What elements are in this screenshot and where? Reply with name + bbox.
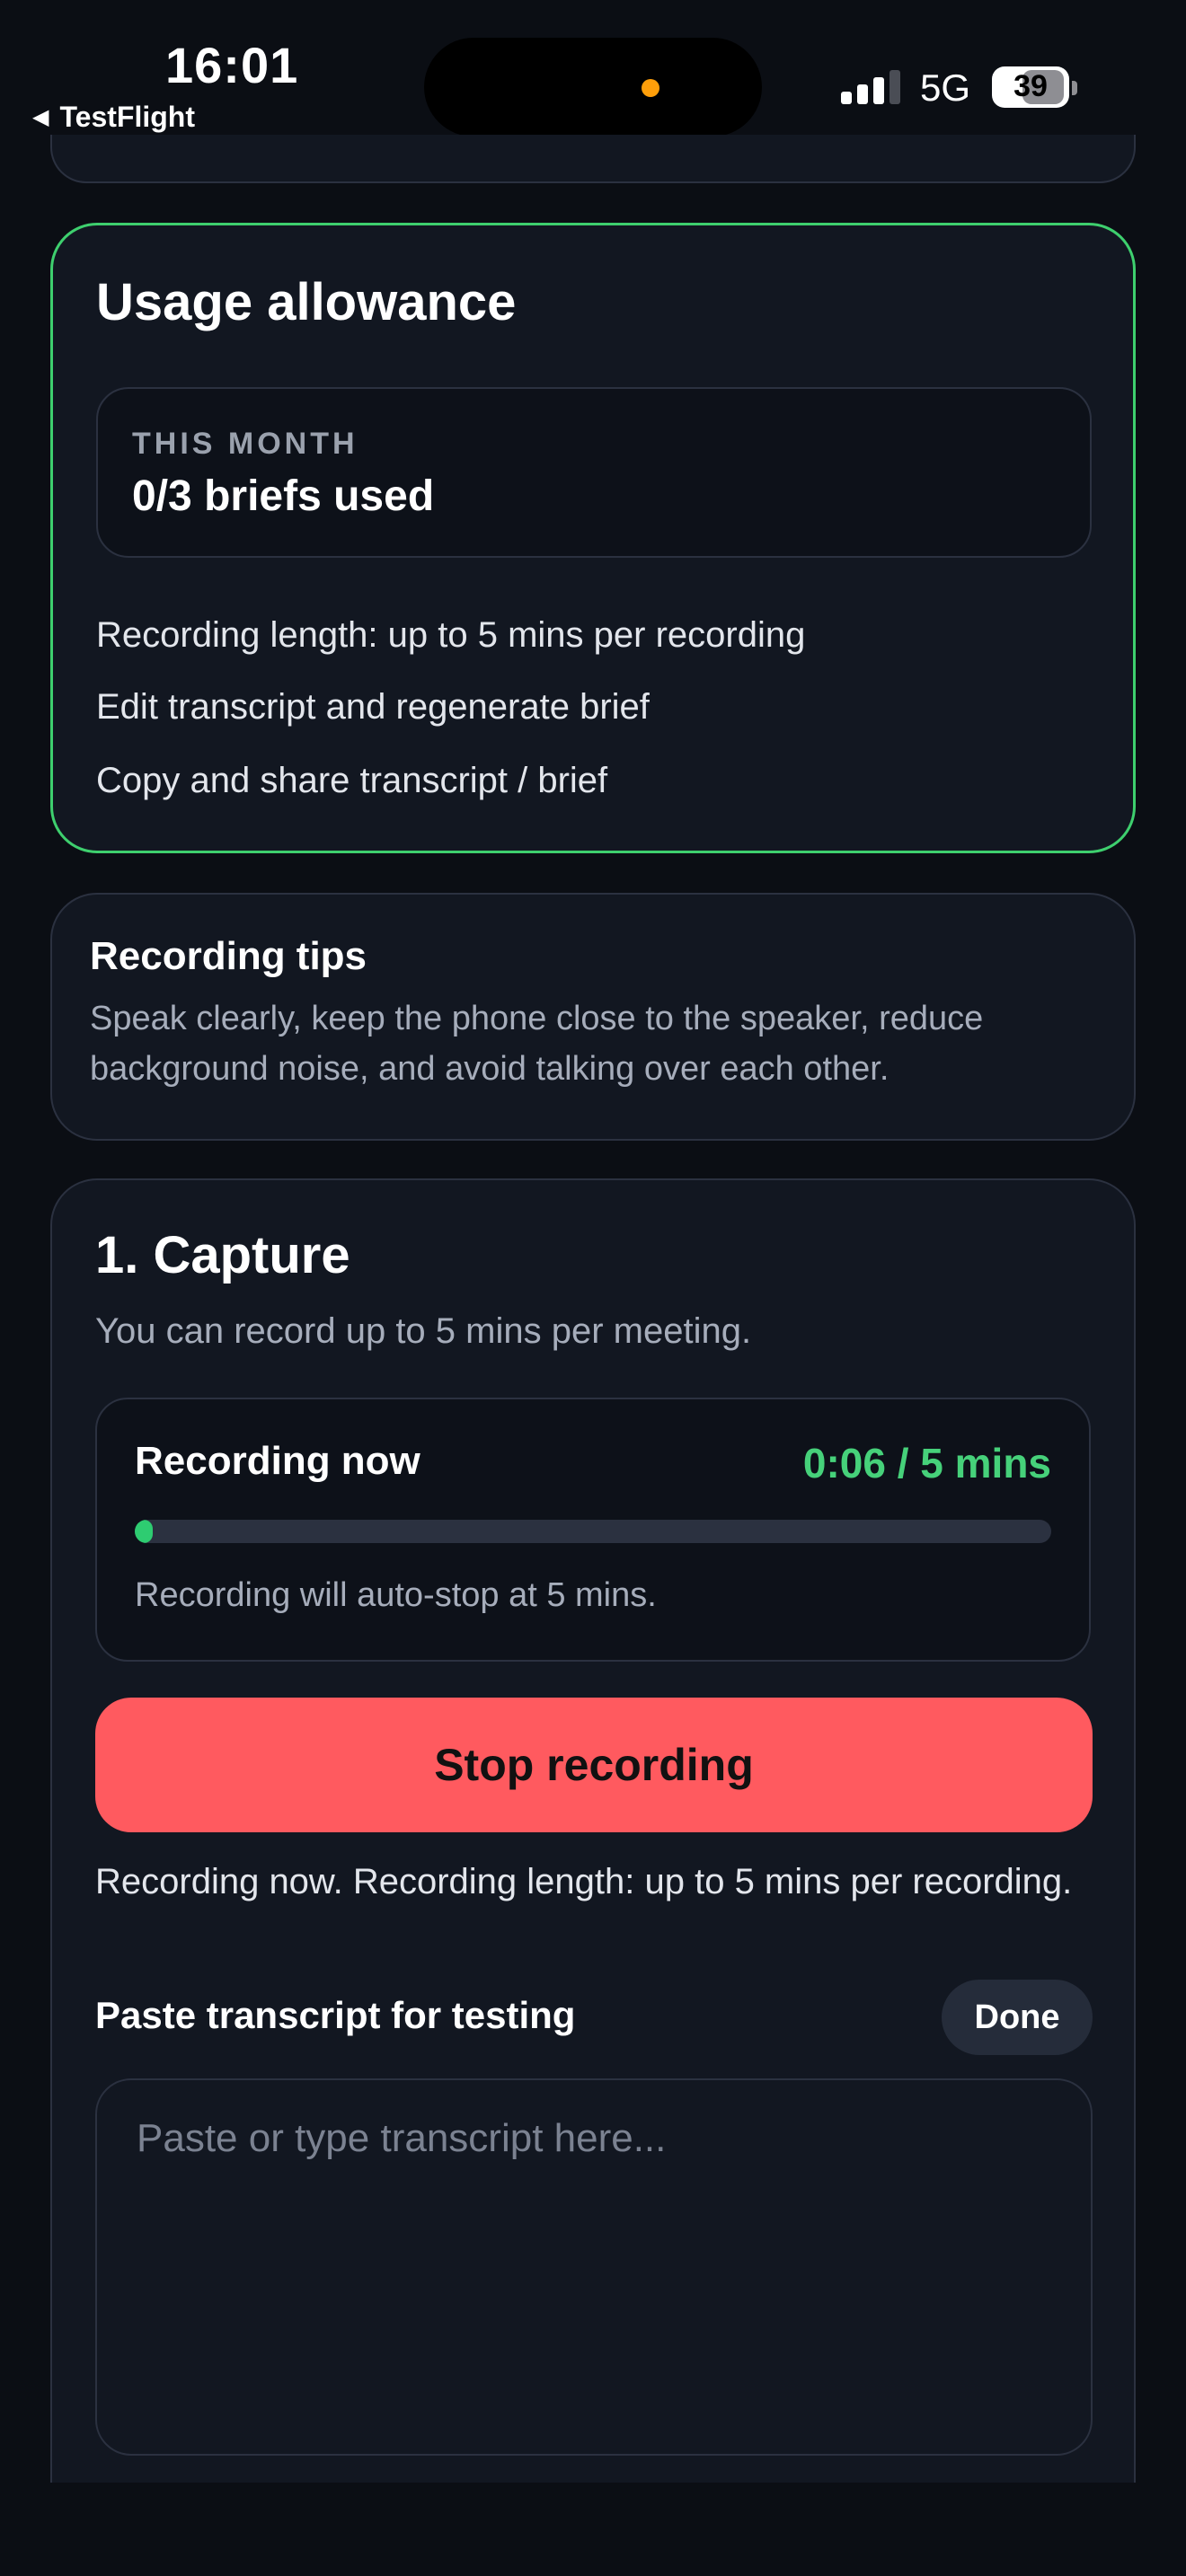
status-time: 16:01 (165, 37, 299, 93)
back-to-app-link[interactable]: ◀ TestFlight (32, 101, 195, 134)
tips-title: Recording tips (90, 934, 367, 978)
back-app-label: TestFlight (59, 101, 195, 133)
monthly-usage-box: THIS MONTH 0/3 briefs used (96, 387, 1092, 558)
dynamic-island (424, 38, 762, 137)
auto-stop-note: Recording will auto-stop at 5 mins. (135, 1576, 657, 1614)
capture-title: 1. Capture (95, 1226, 350, 1284)
paste-transcript-label: Paste transcript for testing (95, 1994, 576, 2036)
feature-item: Copy and share transcript / brief (96, 761, 608, 800)
recording-tips-card: Recording tips Speak clearly, keep the p… (50, 893, 1136, 1141)
recording-progress-bar (135, 1520, 1051, 1543)
tips-body: Speak clearly, keep the phone close to t… (90, 1000, 984, 1088)
done-button[interactable]: Done (942, 1980, 1093, 2055)
usage-title: Usage allowance (96, 273, 517, 331)
back-arrow-icon: ◀ (32, 105, 49, 129)
stop-recording-button[interactable]: Stop recording (95, 1698, 1093, 1832)
mic-indicator-icon (642, 79, 659, 97)
signal-icon (841, 68, 900, 104)
bottom-safe-area (0, 2483, 1186, 2576)
recording-timer: 0:06 / 5 mins (802, 1440, 1051, 1486)
previous-card-edge (50, 135, 1136, 183)
app-screen: 16:01 ◀ TestFlight 5G 39 Usage allowance… (0, 0, 1186, 2576)
battery-icon: 39 (992, 66, 1069, 108)
capture-card: 1. Capture You can record up to 5 mins p… (50, 1178, 1136, 2576)
capture-subtitle: You can record up to 5 mins per meeting. (95, 1311, 752, 1351)
network-label: 5G (920, 66, 971, 109)
recording-status-text: Recording now. Recording length: up to 5… (95, 1862, 1073, 1901)
recording-label: Recording now (135, 1439, 420, 1483)
recording-status-box: Recording now 0:06 / 5 mins Recording wi… (95, 1398, 1091, 1662)
feature-item: Edit transcript and regenerate brief (96, 687, 650, 727)
battery-nub (1072, 81, 1077, 95)
usage-allowance-card: Usage allowance THIS MONTH 0/3 briefs us… (50, 223, 1136, 853)
feature-item: Recording length: up to 5 mins per recor… (96, 615, 806, 655)
progress-fill (135, 1520, 154, 1543)
transcript-input[interactable] (95, 2078, 1093, 2456)
battery-percent: 39 (1013, 69, 1048, 103)
briefs-used: 0/3 briefs used (132, 472, 435, 520)
period-label: THIS MONTH (132, 427, 358, 461)
